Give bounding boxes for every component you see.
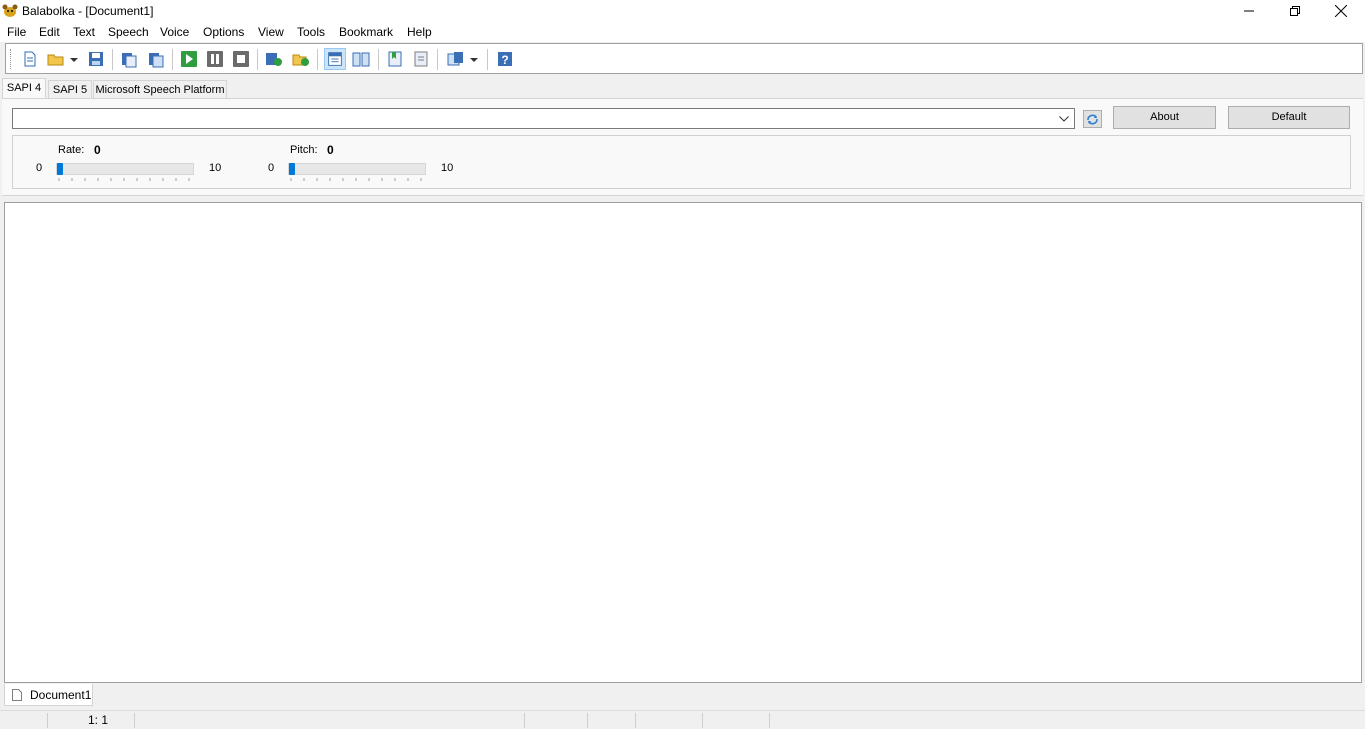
refresh-voices-button[interactable] bbox=[1083, 110, 1102, 128]
menu-view[interactable]: View bbox=[258, 25, 284, 39]
menu-help[interactable]: Help bbox=[407, 25, 432, 39]
stop-icon[interactable] bbox=[232, 50, 250, 68]
document-icon bbox=[12, 689, 22, 701]
speak-clipboard-alt-icon[interactable] bbox=[147, 50, 165, 68]
tab-microsoft-speech-platform[interactable]: Microsoft Speech Platform bbox=[93, 80, 227, 99]
rate-max-label: 10 bbox=[209, 162, 222, 174]
menu-edit[interactable]: Edit bbox=[39, 25, 60, 39]
about-button[interactable]: About bbox=[1113, 106, 1216, 129]
toolbar-separator bbox=[317, 49, 318, 70]
rate-label: Rate: bbox=[58, 144, 85, 156]
toolbar-separator bbox=[487, 49, 488, 70]
save-audio-icon[interactable] bbox=[292, 50, 310, 68]
minimize-icon bbox=[1244, 10, 1254, 12]
rate-value: 0 bbox=[94, 143, 101, 157]
rate-slider-ticks bbox=[58, 178, 190, 181]
status-divider bbox=[702, 713, 703, 728]
close-button[interactable] bbox=[1318, 0, 1364, 22]
default-button[interactable]: Default bbox=[1228, 106, 1350, 129]
menu-text[interactable]: Text bbox=[73, 25, 95, 39]
speak-clipboard-icon[interactable] bbox=[120, 50, 138, 68]
menu-tools[interactable]: Tools bbox=[297, 25, 325, 39]
status-divider bbox=[769, 713, 770, 728]
refresh-icon bbox=[1087, 114, 1098, 125]
svg-text:?: ? bbox=[501, 53, 508, 67]
toolbar-separator bbox=[378, 49, 379, 70]
title-bar: Balabolka - [Document1] bbox=[0, 0, 1365, 22]
status-divider bbox=[524, 713, 525, 728]
tool-dropdown-icon[interactable] bbox=[468, 50, 480, 68]
toolbar-separator bbox=[257, 49, 258, 70]
rate-slider-thumb[interactable] bbox=[57, 163, 63, 175]
status-divider bbox=[587, 713, 588, 728]
tab-sapi5[interactable]: SAPI 5 bbox=[48, 80, 92, 99]
status-bar: 1: 1 bbox=[0, 710, 1365, 729]
voice-select[interactable] bbox=[12, 108, 1075, 129]
close-icon bbox=[1335, 5, 1347, 17]
restore-icon bbox=[1290, 6, 1300, 16]
document-tab-label: Document1 bbox=[30, 688, 92, 702]
status-divider bbox=[635, 713, 636, 728]
menu-speech[interactable]: Speech bbox=[108, 25, 149, 39]
toolbar-separator bbox=[112, 49, 113, 70]
play-icon[interactable] bbox=[180, 50, 198, 68]
pitch-slider-ticks bbox=[290, 178, 422, 181]
pause-icon[interactable] bbox=[206, 50, 224, 68]
status-divider bbox=[47, 713, 48, 728]
pitch-slider-thumb[interactable] bbox=[289, 163, 295, 175]
toolbar-grip[interactable] bbox=[10, 49, 13, 69]
save-icon[interactable] bbox=[87, 50, 105, 68]
toolbar-separator bbox=[437, 49, 438, 70]
app-logo-icon bbox=[2, 4, 18, 17]
status-divider bbox=[134, 713, 135, 728]
text-editor[interactable] bbox=[4, 202, 1362, 683]
tab-document1[interactable]: Document1 bbox=[4, 684, 93, 706]
minimize-button[interactable] bbox=[1226, 0, 1272, 22]
pitch-max-label: 10 bbox=[441, 162, 454, 174]
cursor-position: 1: 1 bbox=[88, 713, 109, 727]
open-folder-icon[interactable] bbox=[47, 50, 65, 68]
toolbar: ? bbox=[5, 43, 1363, 74]
show-settings-icon[interactable] bbox=[324, 48, 346, 70]
menu-voice[interactable]: Voice bbox=[160, 25, 189, 39]
pitch-min-label: 0 bbox=[268, 162, 275, 174]
add-bookmark-icon[interactable] bbox=[386, 50, 404, 68]
pitch-value: 0 bbox=[327, 143, 334, 157]
restore-button[interactable] bbox=[1272, 0, 1318, 22]
tool-icon[interactable] bbox=[447, 50, 465, 68]
menu-bar: File Edit Text Speech Voice Options View… bbox=[0, 22, 1365, 42]
chevron-down-icon[interactable] bbox=[1056, 110, 1072, 127]
new-document-icon[interactable] bbox=[21, 50, 39, 68]
pitch-label: Pitch: bbox=[290, 144, 318, 156]
help-icon[interactable]: ? bbox=[496, 50, 514, 68]
speech-parameters-group: Rate: 0 0 10 Pitch: 0 0 10 bbox=[12, 135, 1351, 189]
tab-sapi4[interactable]: SAPI 4 bbox=[2, 78, 46, 99]
menu-file[interactable]: File bbox=[7, 25, 26, 39]
menu-options[interactable]: Options bbox=[203, 25, 244, 39]
rate-slider[interactable] bbox=[56, 163, 194, 175]
bookmarks-icon[interactable] bbox=[412, 50, 430, 68]
pitch-slider[interactable] bbox=[288, 163, 426, 175]
convert-audio-icon[interactable] bbox=[265, 50, 283, 68]
open-dropdown-icon[interactable] bbox=[68, 50, 80, 68]
book-icon[interactable] bbox=[352, 50, 370, 68]
rate-min-label: 0 bbox=[36, 162, 43, 174]
menu-bookmark[interactable]: Bookmark bbox=[339, 25, 393, 39]
window-title: Balabolka - [Document1] bbox=[22, 4, 154, 18]
toolbar-separator bbox=[172, 49, 173, 70]
